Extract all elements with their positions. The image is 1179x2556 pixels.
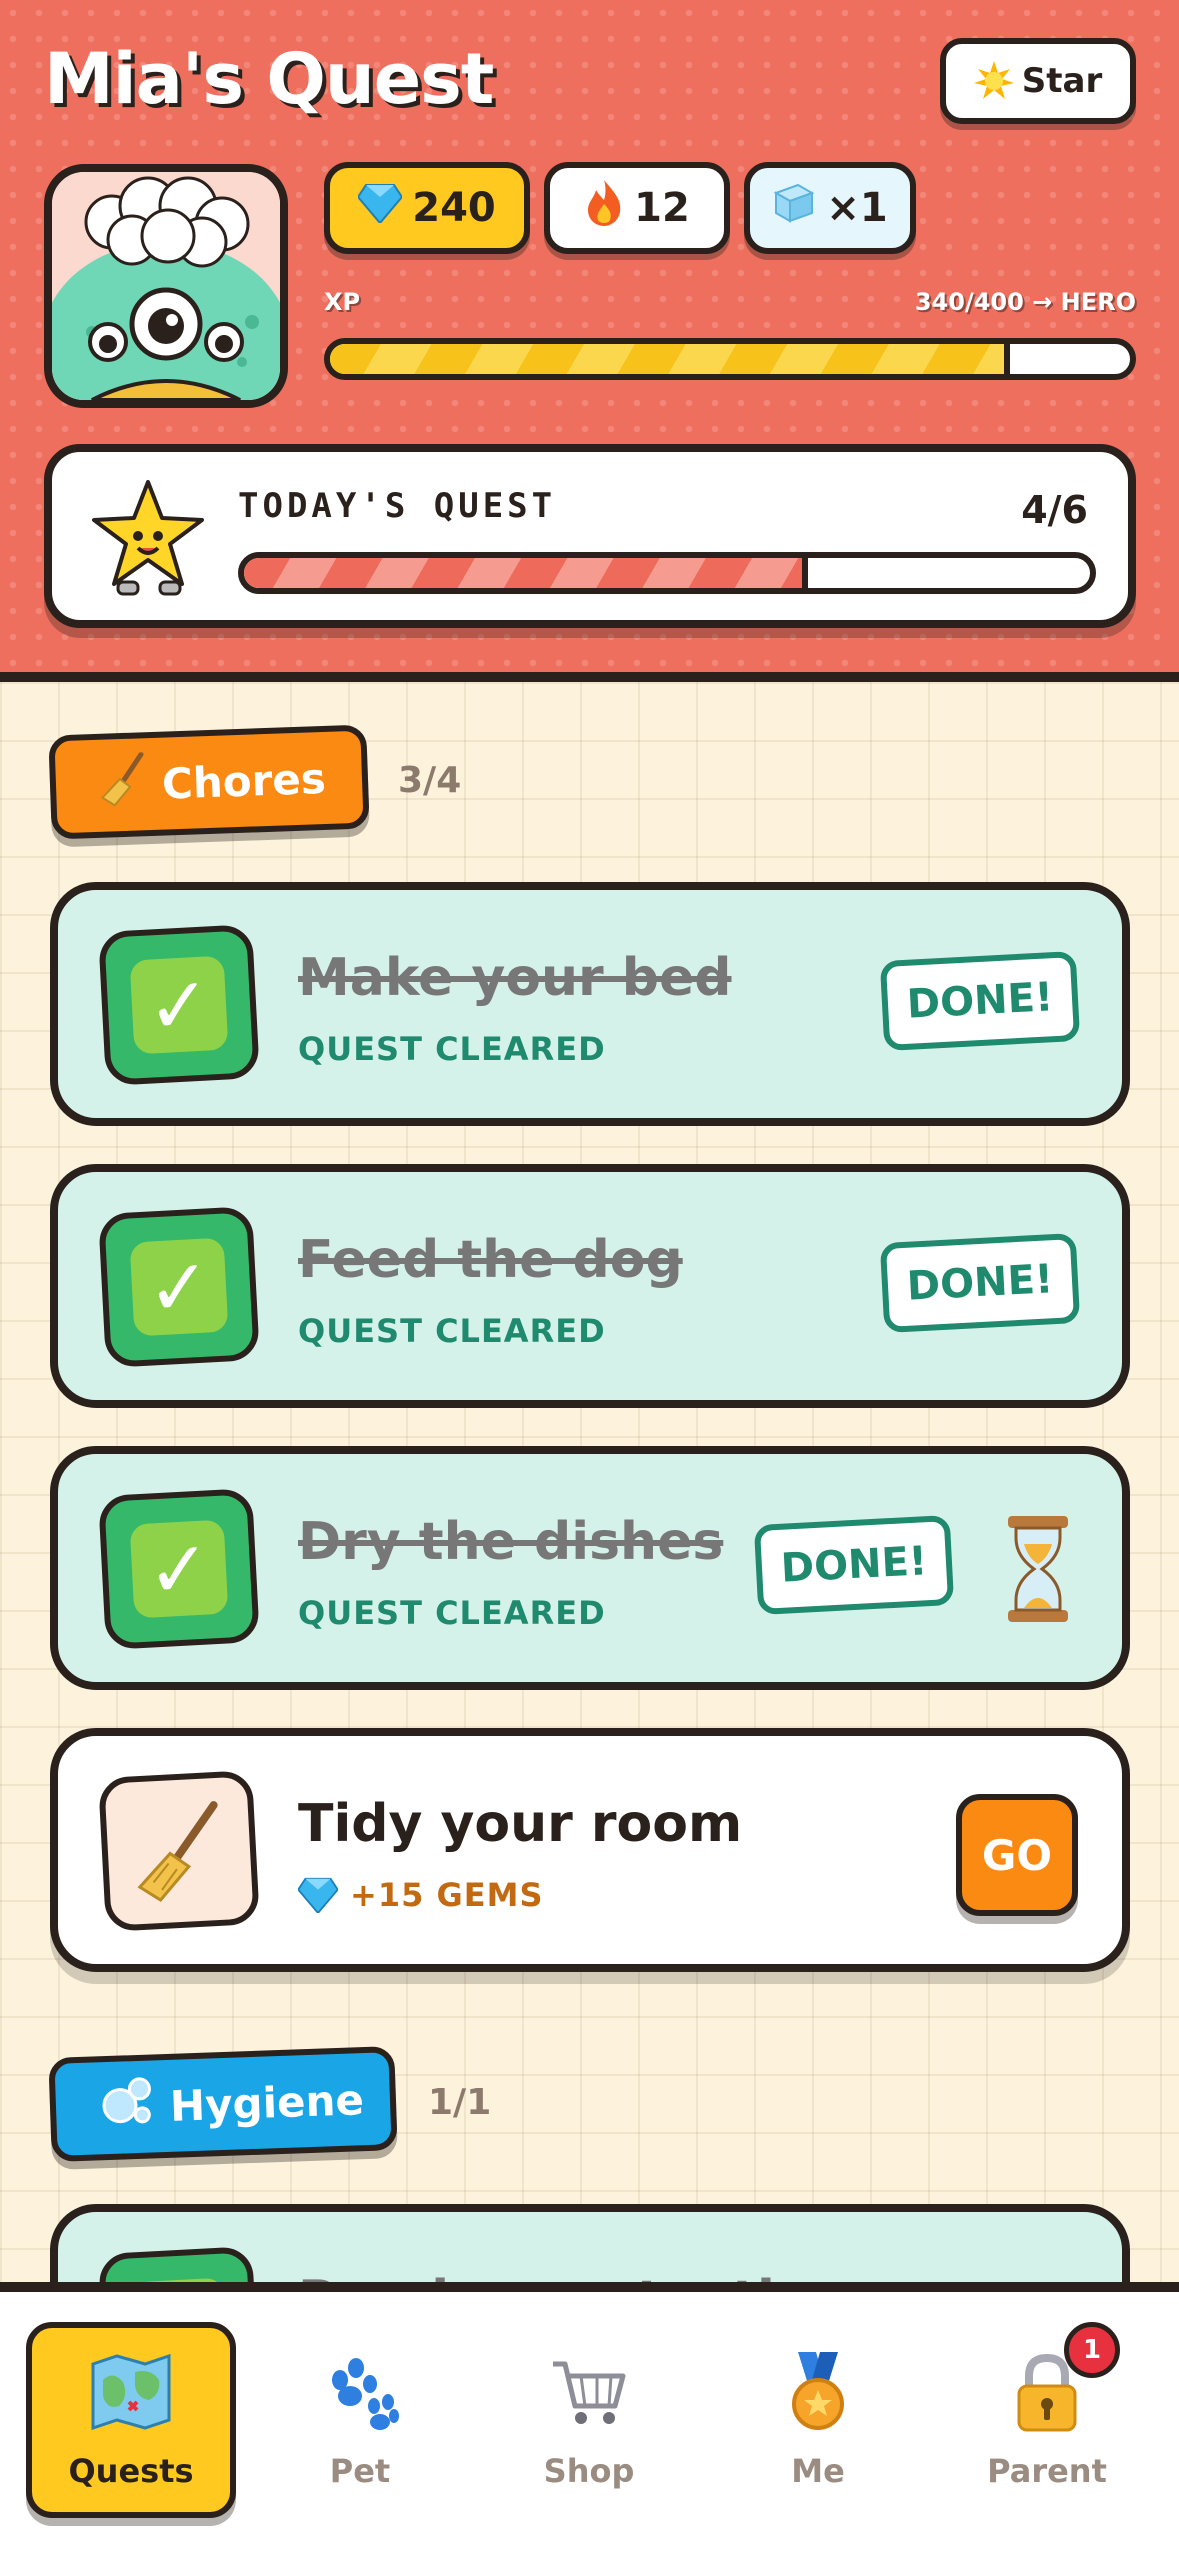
nav-pet[interactable]: Pet [255,2322,465,2518]
task-brush-your-teeth[interactable]: ✓ Brush your teeth [50,2204,1130,2292]
task-name: Feed the dog [298,1230,683,1290]
category-chores-label: Chores [48,724,370,840]
task-name: Tidy your room [298,1794,743,1854]
done-button[interactable]: DONE! [753,1514,955,1616]
category-hygiene-label: Hygiene [48,2045,398,2163]
sun-icon [973,61,1014,99]
task-status: QUEST CLEARED [298,1030,606,1068]
bubbles-icon [99,2074,155,2140]
app-title: Mia's Quest [44,38,494,120]
todays-quest-count: 4/6 [1021,488,1088,532]
task-reward: +15 GEMS [298,1876,544,1914]
task-check-icon: ✓ [98,1488,260,1650]
star-button[interactable]: Star [940,38,1136,124]
map-icon [91,2353,171,2431]
task-check-icon: ✓ [98,924,260,1086]
task-check-icon: ✓ [98,1206,260,1368]
gem-icon [298,1877,338,1913]
category-hygiene-name: Hygiene [169,2074,365,2131]
task-name: Dry the dishes [298,1512,724,1572]
nav-quests[interactable]: Quests [26,2322,236,2518]
bottom-nav: Quests Pet Shop Me Parent [0,2282,1179,2556]
xp-progress-fill [330,344,1010,374]
medal-icon [792,2352,844,2430]
nav-pet-label: Pet [329,2452,391,2490]
freeze-value: ×1 [826,185,888,231]
gems-counter[interactable]: 240 [324,162,530,254]
monster-avatar-icon [52,172,280,400]
gem-icon [357,183,404,233]
header: Mia's Quest Star 240 12 ×1 XP 340/400 → … [0,0,1179,682]
nav-shop-label: Shop [543,2452,635,2490]
todays-quest-progress-bar [238,552,1096,594]
category-chores-count: 3/4 [398,760,462,801]
done-button[interactable]: DONE! [879,950,1081,1052]
done-button[interactable]: DONE! [879,1232,1081,1334]
task-name: Make your bed [298,948,732,1008]
quest-list[interactable]: Chores 3/4 ✓ Make your bed QUEST CLEARED… [0,682,1179,2292]
paw-icon [332,2358,399,2430]
nav-quests-label: Quests [68,2452,194,2490]
nav-parent[interactable]: Parent [942,2322,1152,2518]
freeze-counter[interactable]: ×1 [744,162,916,254]
ice-cube-icon [772,181,816,235]
cart-icon [553,2361,626,2424]
todays-quest-card[interactable]: TODAY'S QUEST 4/6 [44,444,1136,628]
nav-parent-label: Parent [987,2452,1107,2490]
task-tidy-your-room[interactable]: Tidy your room +15 GEMS GO [50,1728,1130,1972]
task-make-your-bed[interactable]: ✓ Make your bed QUEST CLEARED DONE! [50,882,1130,1126]
broom-icon [98,1770,260,1932]
task-status: QUEST CLEARED [298,1594,606,1632]
streak-value: 12 [634,185,690,231]
star-mascot-icon [92,480,204,596]
task-dry-the-dishes[interactable]: ✓ Dry the dishes QUEST CLEARED DONE! [50,1446,1130,1690]
parent-notification-badge: 1 [1064,2322,1120,2378]
category-chores-name: Chores [161,753,327,809]
nav-me-label: Me [791,2452,845,2490]
xp-value: 340/400 → HERO [914,288,1136,316]
streak-counter[interactable]: 12 [544,162,730,254]
nav-me[interactable]: Me [713,2322,923,2518]
star-button-label: Star [1021,61,1103,101]
xp-progress-bar [324,338,1136,380]
broom-icon [99,751,147,818]
category-hygiene-count: 1/1 [428,2082,492,2123]
fire-icon [584,178,624,238]
todays-quest-title: TODAY'S QUEST [238,486,557,526]
nav-shop[interactable]: Shop [484,2322,694,2518]
todays-quest-progress-fill [244,558,809,588]
avatar[interactable] [44,164,288,408]
task-reward-text: +15 GEMS [350,1876,544,1914]
go-button[interactable]: GO [956,1794,1078,1916]
gems-value: 240 [412,185,496,231]
xp-label: XP [324,288,361,316]
task-status: QUEST CLEARED [298,1312,606,1350]
task-feed-the-dog[interactable]: ✓ Feed the dog QUEST CLEARED DONE! [50,1164,1130,1408]
hourglass-icon [1008,1516,1068,1622]
